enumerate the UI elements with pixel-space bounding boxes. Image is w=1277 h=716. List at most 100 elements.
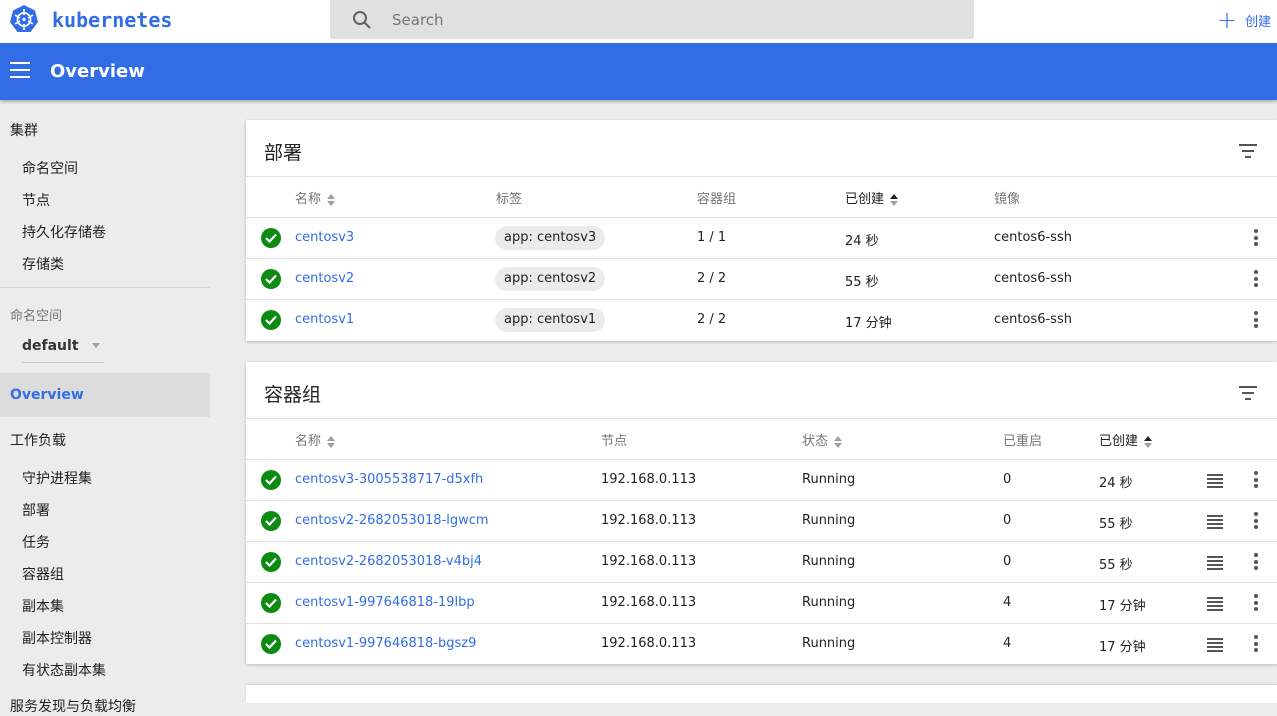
image-name: centos6-ssh [994,312,1072,327]
deployment-name-link[interactable]: centosv3 [295,230,354,245]
check-circle-icon [261,552,281,572]
pods-count: 1 / 1 [697,230,727,245]
node-ip: 192.168.0.113 [601,472,697,487]
created-age: 17 分钟 [1099,640,1146,655]
chevron-down-icon [92,343,100,348]
table-header: 名称 节点 状态 已重启 已创建 [246,418,1277,459]
card-title: 容器组 [264,384,322,406]
image-name: centos6-ssh [994,271,1072,286]
check-circle-icon [261,470,281,490]
node-ip: 192.168.0.113 [601,595,697,610]
sidebar-heading-discovery[interactable]: 服务发现与负载均衡 [10,696,136,716]
restart-count: 0 [1003,554,1012,569]
column-header-created[interactable]: 已创建 [1099,430,1153,449]
sidebar: 集群 命名空间 节点 持久化存储卷 存储类 命名空间 default Overv… [0,100,220,715]
sidebar-item-stateful-sets[interactable]: 有状态副本集 [22,660,106,680]
menu-icon[interactable] [10,62,30,78]
pod-name-link[interactable]: centosv1-997646818-bgsz9 [295,636,476,651]
filter-icon[interactable] [1239,144,1257,158]
sidebar-item-overview[interactable]: Overview [0,373,210,417]
kubernetes-logo-icon[interactable] [9,4,39,34]
sidebar-item-daemon-sets[interactable]: 守护进程集 [22,468,92,488]
sidebar-heading-cluster[interactable]: 集群 [10,120,38,140]
table-row: centosv1 app: centosv1 2 / 2 17 分钟 cento… [246,299,1277,340]
sort-icon [327,193,336,207]
pods-count: 2 / 2 [697,312,727,327]
pod-status: Running [802,636,856,651]
deployment-name-link[interactable]: centosv2 [295,271,354,286]
pod-status: Running [802,595,856,610]
check-circle-icon [261,228,281,248]
namespace-select[interactable]: default [22,336,104,363]
node-ip: 192.168.0.113 [601,513,697,528]
created-age: 55 秒 [1099,558,1133,573]
table-header: 名称 标签 容器组 已创建 镜像 [246,176,1277,217]
label-chip: app: centosv2 [495,267,606,291]
sidebar-item-nodes[interactable]: 节点 [22,190,50,210]
image-name: centos6-ssh [994,230,1072,245]
sidebar-item-storage-classes[interactable]: 存储类 [22,254,64,274]
column-header-name[interactable]: 名称 [295,188,336,207]
pod-name-link[interactable]: centosv2-2682053018-lgwcm [295,513,489,528]
node-ip: 192.168.0.113 [601,554,697,569]
more-vert-icon[interactable] [1254,553,1258,571]
logs-icon[interactable] [1207,556,1223,570]
more-vert-icon[interactable] [1254,311,1258,329]
table-row: centosv3 app: centosv3 1 / 1 24 秒 centos… [246,217,1277,258]
sidebar-item-overview-label: Overview [10,387,84,403]
sidebar-item-replication-controllers[interactable]: 副本控制器 [22,628,92,648]
logs-icon[interactable] [1207,474,1223,488]
restart-count: 0 [1003,513,1012,528]
sidebar-item-deployments[interactable]: 部署 [22,500,50,520]
label-chip: app: centosv3 [495,226,606,250]
filter-icon[interactable] [1239,386,1257,400]
created-age: 55 秒 [845,275,879,290]
pod-name-link[interactable]: centosv1-997646818-19lbp [295,595,475,610]
pod-status: Running [802,513,856,528]
brand-name[interactable]: kubernetes [52,8,172,32]
logs-icon[interactable] [1207,638,1223,652]
created-age: 17 分钟 [845,316,892,331]
create-button[interactable]: + 创建 [1217,6,1271,34]
sidebar-item-persistent-volumes[interactable]: 持久化存储卷 [22,222,106,242]
sidebar-item-jobs[interactable]: 任务 [22,532,50,552]
search-icon [353,11,371,29]
pods-count: 2 / 2 [697,271,727,286]
logs-icon[interactable] [1207,597,1223,611]
sidebar-item-namespaces[interactable]: 命名空间 [22,158,78,178]
plus-icon: + [1217,6,1238,34]
sidebar-item-pods[interactable]: 容器组 [22,564,64,584]
pods-card: 容器组 名称 节点 状态 已重启 已创建 centosv3-3005538717… [246,362,1277,664]
pod-name-link[interactable]: centosv2-2682053018-v4bj4 [295,554,482,569]
next-card [246,685,1277,703]
page-header: Overview [0,43,1277,100]
table-row: centosv2-2682053018-lgwcm 192.168.0.113 … [246,500,1277,541]
sidebar-heading-workloads[interactable]: 工作负载 [10,430,66,450]
search-bar[interactable]: Search [330,0,974,39]
top-bar: kubernetes Search + 创建 [0,0,1277,43]
more-vert-icon[interactable] [1254,471,1258,489]
check-circle-icon [261,269,281,289]
check-circle-icon [261,593,281,613]
created-age: 17 分钟 [1099,599,1146,614]
sort-icon [327,435,336,449]
sidebar-item-replica-sets[interactable]: 副本集 [22,596,64,616]
more-vert-icon[interactable] [1254,229,1258,247]
column-header-created[interactable]: 已创建 [845,188,899,207]
check-circle-icon [261,511,281,531]
column-header-name[interactable]: 名称 [295,430,336,449]
pod-name-link[interactable]: centosv3-3005538717-d5xfh [295,472,483,487]
search-input[interactable]: Search [392,11,444,29]
check-circle-icon [261,634,281,654]
more-vert-icon[interactable] [1254,594,1258,612]
table-row: centosv3-3005538717-d5xfh 192.168.0.113 … [246,459,1277,500]
more-vert-icon[interactable] [1254,635,1258,653]
logs-icon[interactable] [1207,515,1223,529]
more-vert-icon[interactable] [1254,512,1258,530]
more-vert-icon[interactable] [1254,270,1258,288]
column-header-status[interactable]: 状态 [802,430,843,449]
sidebar-divider [0,287,210,288]
restart-count: 4 [1003,595,1012,610]
table-row: centosv2 app: centosv2 2 / 2 55 秒 centos… [246,258,1277,299]
deployment-name-link[interactable]: centosv1 [295,312,354,327]
